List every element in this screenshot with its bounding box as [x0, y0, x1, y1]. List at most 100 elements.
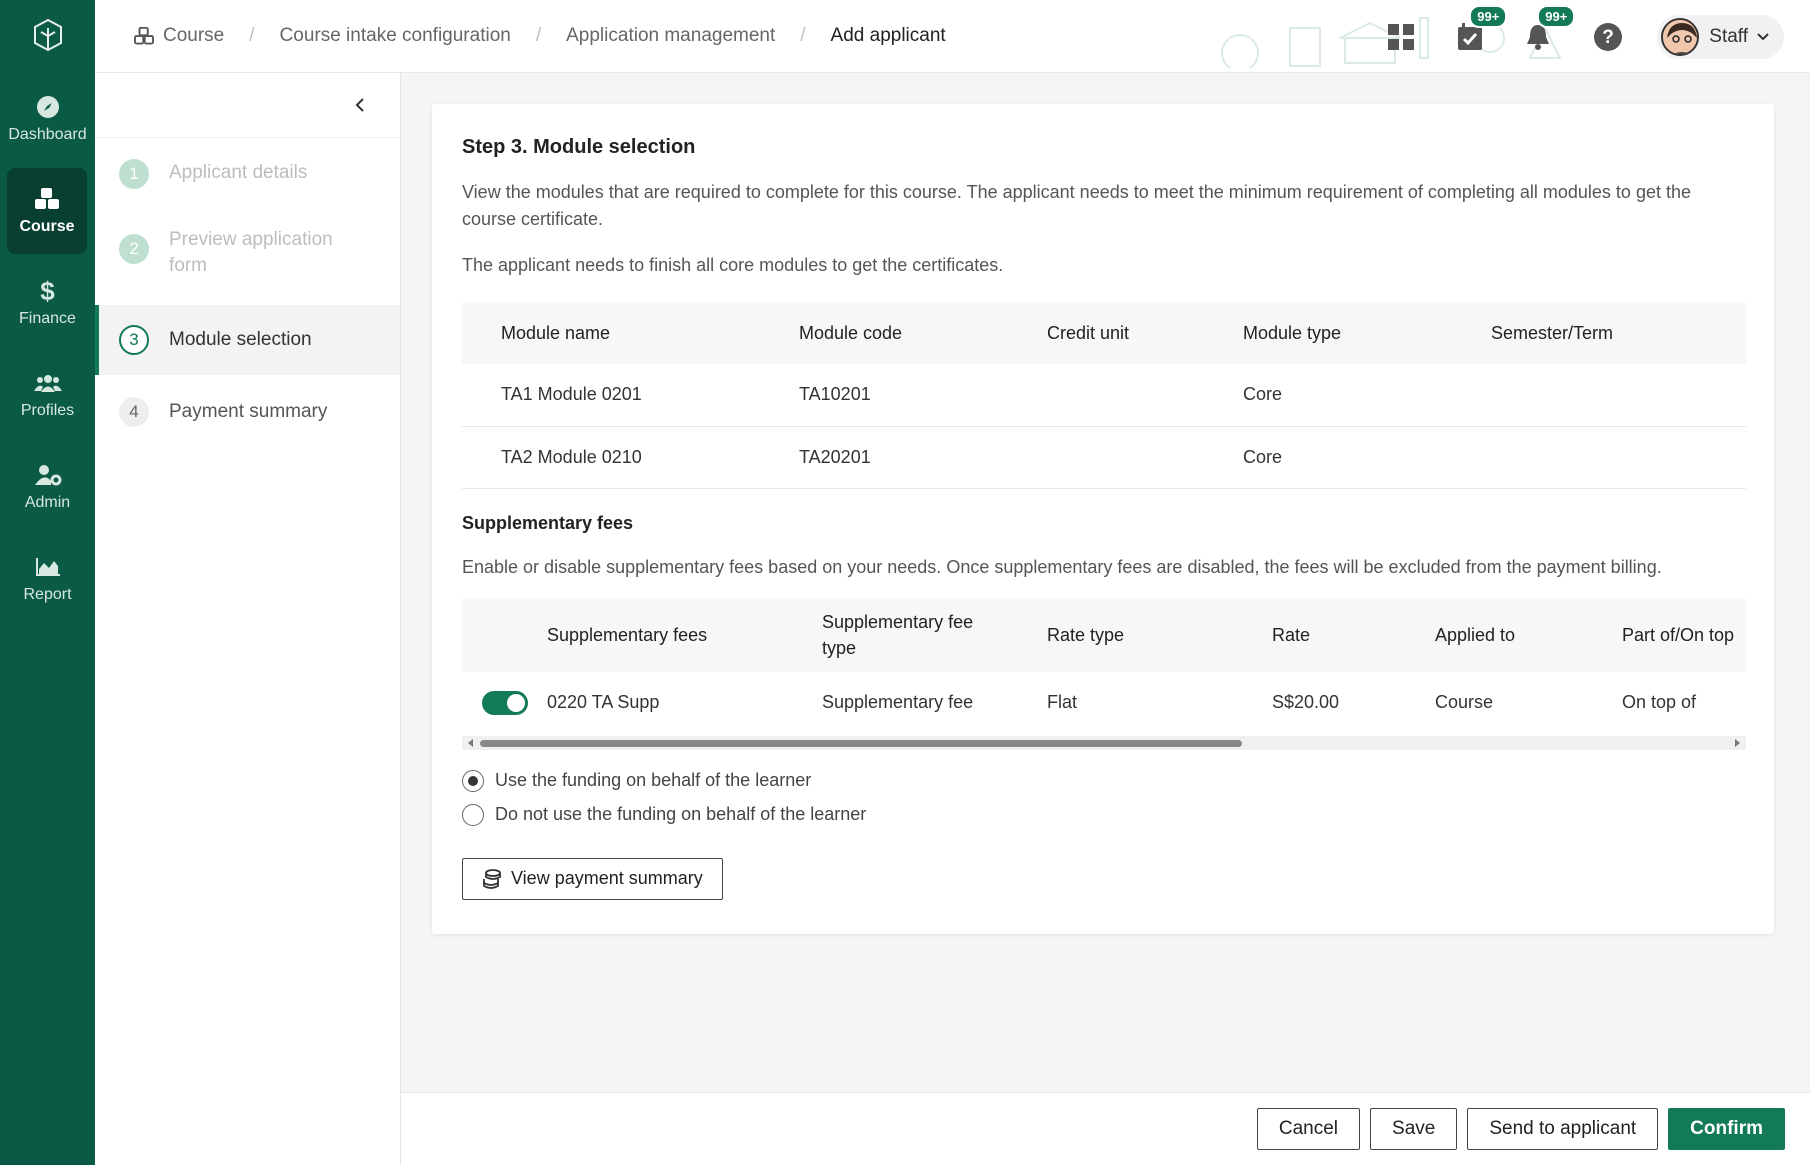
radio-label: Use the funding on behalf of the learner [495, 770, 812, 790]
funding-options: Use the funding on behalf of the learner… [462, 769, 1744, 826]
breadcrumb-current: Add applicant [830, 25, 946, 46]
nav-item-report[interactable]: Report [0, 536, 95, 622]
nav-item-course[interactable]: Course [7, 168, 87, 254]
col-rate: Rate [1272, 597, 1435, 672]
scroll-left-arrow-icon[interactable] [468, 738, 473, 747]
supplementary-fees-title: Supplementary fees [462, 512, 634, 533]
notifications-button[interactable]: 99+ [1525, 4, 1576, 51]
step-label: Module selection [169, 329, 312, 350]
view-payment-summary-button[interactable]: View payment summary [462, 857, 723, 900]
scroll-right-arrow-icon[interactable] [1735, 738, 1740, 747]
breadcrumb: Course / Course intake configuration / A… [95, 25, 946, 47]
step-payment-summary[interactable]: 4 Payment summary [95, 375, 400, 449]
step-number: 2 [119, 234, 149, 264]
supplementary-fees-description: Enable or disable supplementary fees bas… [462, 556, 1662, 577]
col-module-code: Module code [760, 302, 1008, 364]
step-module-selection[interactable]: 3 Module selection [95, 305, 400, 375]
radio-use-funding[interactable] [462, 769, 484, 792]
radio-option-use-funding[interactable]: Use the funding on behalf of the learner [462, 769, 1744, 792]
chevron-left-icon [355, 98, 364, 112]
col-toggle [462, 597, 547, 672]
supplementary-fee-toggle[interactable] [482, 690, 528, 715]
cancel-button[interactable]: Cancel [1256, 1108, 1361, 1150]
cell-module-name: TA1 Module 0201 [462, 364, 760, 427]
confirm-button[interactable]: Confirm [1668, 1108, 1785, 1150]
user-gear-icon [34, 462, 62, 488]
user-label: Staff [1709, 25, 1748, 47]
step-preview-application-form[interactable]: 2 Preview application form [95, 213, 400, 305]
col-module-type: Module type [1204, 302, 1452, 364]
button-label: View payment summary [511, 868, 703, 888]
cell-module-name: TA2 Module 0210 [462, 426, 760, 489]
nav-label: Profiles [20, 402, 75, 419]
step-label: Applicant details [169, 162, 308, 183]
col-applied-to: Applied to [1435, 597, 1622, 672]
svg-text:?: ? [1602, 27, 1614, 48]
nav-item-admin[interactable]: Admin [0, 444, 95, 530]
core-module-note: The applicant needs to finish all core m… [462, 255, 1004, 275]
cell-rate-type: Flat [1047, 692, 1078, 712]
left-nav: Dashboard Course $ Finance Profiles Admi… [0, 0, 95, 1165]
horizontal-scrollbar[interactable] [462, 735, 1746, 750]
step-number: 1 [119, 159, 149, 189]
scrollbar-thumb[interactable] [480, 739, 1242, 747]
tasks-button[interactable]: 99+ [1457, 4, 1508, 51]
nav-label: Course [19, 218, 75, 235]
compass-icon [36, 94, 60, 120]
module-selection-card: Step 3. Module selection View the module… [432, 104, 1774, 934]
top-bar: Course / Course intake configuration / A… [95, 0, 1810, 73]
apps-grid-icon[interactable] [1387, 23, 1415, 51]
user-menu[interactable]: Staff [1657, 14, 1784, 59]
cell-module-code: TA20201 [760, 426, 1008, 489]
help-button[interactable]: ? [1593, 22, 1623, 52]
nav-item-dashboard[interactable]: Dashboard [0, 76, 95, 162]
nav-label: Admin [24, 494, 71, 511]
save-button[interactable]: Save [1370, 1108, 1458, 1150]
step-number: 4 [119, 397, 149, 427]
avatar [1661, 17, 1700, 56]
cell-module-code: TA10201 [760, 364, 1008, 427]
cell-applied-to: Course [1435, 692, 1494, 712]
radio-option-not-use-funding[interactable]: Do not use the funding on behalf of the … [462, 803, 1744, 826]
step-applicant-details[interactable]: 1 Applicant details [95, 138, 400, 213]
notifications-badge: 99+ [1537, 4, 1576, 28]
step-number: 3 [119, 325, 149, 355]
nav-item-finance[interactable]: $ Finance [0, 260, 95, 346]
send-to-applicant-button[interactable]: Send to applicant [1467, 1108, 1659, 1150]
breadcrumb-application-management[interactable]: Application management [566, 25, 775, 47]
nav-label: Finance [19, 310, 76, 327]
footer-actions: Cancel Save Send to applicant Confirm [401, 1092, 1810, 1165]
breadcrumb-separator: / [535, 25, 542, 46]
steps-panel: 1 Applicant details 2 Preview applicatio… [95, 73, 401, 1165]
nav-item-profiles[interactable]: Profiles [0, 352, 95, 438]
modules-table: Module name Module code Credit unit Modu… [462, 302, 1746, 489]
cell-semester-term [1452, 426, 1746, 489]
cell-fee-name: 0220 TA Supp [547, 692, 660, 712]
radio-label: Do not use the funding on behalf of the … [495, 804, 867, 824]
breadcrumb-separator: / [249, 25, 255, 46]
breadcrumb-intake-config[interactable]: Course intake configuration [280, 25, 511, 47]
cell-semester-term [1452, 364, 1746, 427]
collapse-panel-button[interactable] [95, 73, 400, 138]
coins-icon [482, 868, 502, 889]
page-title: Step 3. Module selection [462, 136, 696, 158]
area-chart-icon [35, 554, 61, 580]
chevron-down-icon [1757, 32, 1769, 40]
supplementary-fees-table: Supplementary fees Supplementary fee typ… [462, 597, 1746, 734]
breadcrumb-course[interactable]: Course [163, 25, 224, 47]
col-module-name: Module name [462, 302, 760, 364]
logo-icon [33, 18, 62, 52]
nav-label: Dashboard [8, 126, 87, 143]
cell-rate: S$20.00 [1272, 692, 1340, 712]
breadcrumb-separator: / [800, 25, 806, 46]
table-row: TA2 Module 0210 TA20201 Core [462, 426, 1746, 489]
module-description: View the modules that are required to co… [462, 182, 1691, 229]
top-right-actions: 99+ 99+ ? Staff [1345, 0, 1784, 73]
nav-label: Report [23, 586, 72, 603]
table-row: TA1 Module 0201 TA10201 Core [462, 364, 1746, 427]
app-logo[interactable] [0, 0, 95, 70]
cell-toggle [462, 672, 547, 734]
radio-not-use-funding[interactable] [462, 803, 484, 826]
step-label: Payment summary [169, 401, 328, 422]
cell-credit-unit [1008, 364, 1204, 427]
